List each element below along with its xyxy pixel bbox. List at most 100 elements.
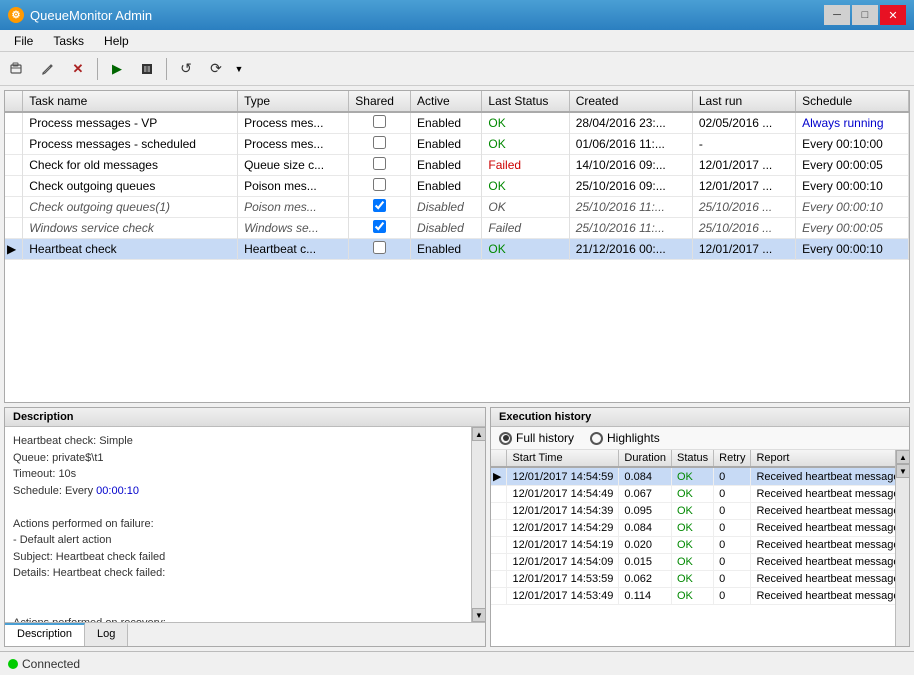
status-bar: Connected [0, 651, 914, 675]
table-row[interactable]: Process messages - VPProcess mes...Enabl… [5, 112, 909, 134]
history-row[interactable]: ▶12/01/2017 14:54:590.084OK0Received hea… [491, 467, 895, 486]
menu-tasks[interactable]: Tasks [43, 32, 94, 50]
task-shared-cell[interactable] [349, 239, 411, 260]
task-shared-cell[interactable] [349, 218, 411, 239]
menu-file[interactable]: File [4, 32, 43, 50]
table-row[interactable]: Check for old messagesQueue size c...Ena… [5, 155, 909, 176]
description-scrollbar[interactable]: ▲ ▼ [471, 427, 485, 622]
col-schedule[interactable]: Schedule [796, 91, 909, 112]
scroll-up-button[interactable]: ▲ [472, 427, 485, 441]
task-name-cell: Heartbeat check [23, 239, 238, 260]
toolbar-sync-button[interactable]: ⟳ [202, 56, 230, 82]
toolbar-run-button[interactable]: ▶ [103, 56, 131, 82]
col-type[interactable]: Type [238, 91, 349, 112]
history-start_time-cell: 12/01/2017 14:54:39 [507, 503, 619, 520]
shared-checkbox[interactable] [373, 220, 386, 233]
history-report-cell: Received heartbeat message... [751, 571, 895, 588]
table-row[interactable]: Windows service checkWindows se...Disabl… [5, 218, 909, 239]
task-shared-cell[interactable] [349, 112, 411, 134]
task-status-cell: OK [482, 112, 569, 134]
col-last-status[interactable]: Last Status [482, 91, 569, 112]
task-table-area[interactable]: Task name Type Shared Active Last Status… [4, 90, 910, 403]
description-line [13, 598, 463, 615]
task-schedule-cell: Every 00:00:05 [796, 218, 909, 239]
table-row[interactable]: ▶Heartbeat checkHeartbeat c...EnabledOK2… [5, 239, 909, 260]
toolbar-stop-button[interactable] [133, 56, 161, 82]
toolbar-dropdown-button[interactable]: ▼ [232, 56, 246, 82]
table-row[interactable]: Check outgoing queues(1)Poison mes...Dis… [5, 197, 909, 218]
menu-bar: File Tasks Help [0, 30, 914, 52]
history-row[interactable]: 12/01/2017 14:54:290.084OK0Received hear… [491, 520, 895, 537]
main-content: Task name Type Shared Active Last Status… [0, 86, 914, 651]
history-row[interactable]: 12/01/2017 14:54:190.020OK0Received hear… [491, 537, 895, 554]
description-line: Heartbeat check: Simple [13, 433, 463, 450]
history-col-duration[interactable]: Duration [619, 450, 672, 467]
task-shared-cell[interactable] [349, 134, 411, 155]
task-shared-cell[interactable] [349, 197, 411, 218]
col-last-run[interactable]: Last run [692, 91, 795, 112]
task-type-cell: Heartbeat c... [238, 239, 349, 260]
toolbar-open-button[interactable] [4, 56, 32, 82]
tab-log[interactable]: Log [85, 623, 128, 646]
radio-full-history[interactable]: Full history [499, 431, 574, 445]
toolbar-refresh-button[interactable]: ↺ [172, 56, 200, 82]
shared-checkbox[interactable] [373, 199, 386, 212]
history-retry-cell: 0 [714, 467, 751, 486]
history-scroll-down[interactable]: ▼ [896, 464, 909, 478]
shared-checkbox[interactable] [373, 136, 386, 149]
close-button[interactable]: ✕ [880, 5, 906, 25]
history-row[interactable]: 12/01/2017 14:53:490.114OK0Received hear… [491, 588, 895, 605]
history-row[interactable]: 12/01/2017 14:54:390.095OK0Received hear… [491, 503, 895, 520]
history-scrollbar[interactable]: ▲ ▼ [895, 450, 909, 646]
col-indicator [5, 91, 23, 112]
minimize-button[interactable]: ─ [824, 5, 850, 25]
toolbar-edit-button[interactable] [34, 56, 62, 82]
description-line [13, 582, 463, 599]
history-arrow-cell [491, 571, 507, 588]
col-created[interactable]: Created [569, 91, 692, 112]
task-shared-cell[interactable] [349, 176, 411, 197]
radio-highlights[interactable]: Highlights [590, 431, 660, 445]
task-schedule-cell: Every 00:00:05 [796, 155, 909, 176]
task-shared-cell[interactable] [349, 155, 411, 176]
task-status-cell: OK [482, 239, 569, 260]
menu-help[interactable]: Help [94, 32, 139, 50]
radio-highlights-circle [590, 432, 603, 445]
history-status-cell: OK [671, 486, 713, 503]
shared-checkbox[interactable] [373, 115, 386, 128]
history-row[interactable]: 12/01/2017 14:53:590.062OK0Received hear… [491, 571, 895, 588]
shared-checkbox[interactable] [373, 178, 386, 191]
history-duration-cell: 0.095 [619, 503, 672, 520]
history-status-cell: OK [671, 503, 713, 520]
task-type-cell: Poison mes... [238, 197, 349, 218]
history-row[interactable]: 12/01/2017 14:54:090.015OK0Received hear… [491, 554, 895, 571]
history-row[interactable]: 12/01/2017 14:54:490.067OK0Received hear… [491, 486, 895, 503]
table-row[interactable]: Check outgoing queuesPoison mes...Enable… [5, 176, 909, 197]
task-schedule-cell: Every 00:00:10 [796, 239, 909, 260]
task-schedule-cell: Every 00:00:10 [796, 176, 909, 197]
history-col-retry[interactable]: Retry [714, 450, 751, 467]
toolbar-delete-button[interactable]: ✕ [64, 56, 92, 82]
col-task-name[interactable]: Task name [23, 91, 238, 112]
task-schedule-cell: Always running [796, 112, 909, 134]
col-active[interactable]: Active [411, 91, 482, 112]
history-col-report[interactable]: Report [751, 450, 895, 467]
tab-description[interactable]: Description [5, 623, 85, 646]
table-row[interactable]: Process messages - scheduledProcess mes.… [5, 134, 909, 155]
maximize-button[interactable]: □ [852, 5, 878, 25]
row-arrow-cell [5, 155, 23, 176]
history-report-cell: Received heartbeat message... [751, 503, 895, 520]
history-col-start-time[interactable]: Start Time [507, 450, 619, 467]
shared-checkbox[interactable] [373, 157, 386, 170]
history-duration-cell: 0.067 [619, 486, 672, 503]
history-col-status[interactable]: Status [671, 450, 713, 467]
radio-highlights-label: Highlights [607, 431, 660, 445]
col-shared[interactable]: Shared [349, 91, 411, 112]
shared-checkbox[interactable] [373, 241, 386, 254]
toolbar: ✕ ▶ ↺ ⟳ ▼ [0, 52, 914, 86]
description-line: Actions performed on failure: [13, 516, 463, 533]
history-scroll-up[interactable]: ▲ [896, 450, 909, 464]
scroll-down-button[interactable]: ▼ [472, 608, 485, 622]
history-table-scroll[interactable]: Start Time Duration Status Retry Report … [491, 450, 895, 646]
task-active-cell: Enabled [411, 155, 482, 176]
